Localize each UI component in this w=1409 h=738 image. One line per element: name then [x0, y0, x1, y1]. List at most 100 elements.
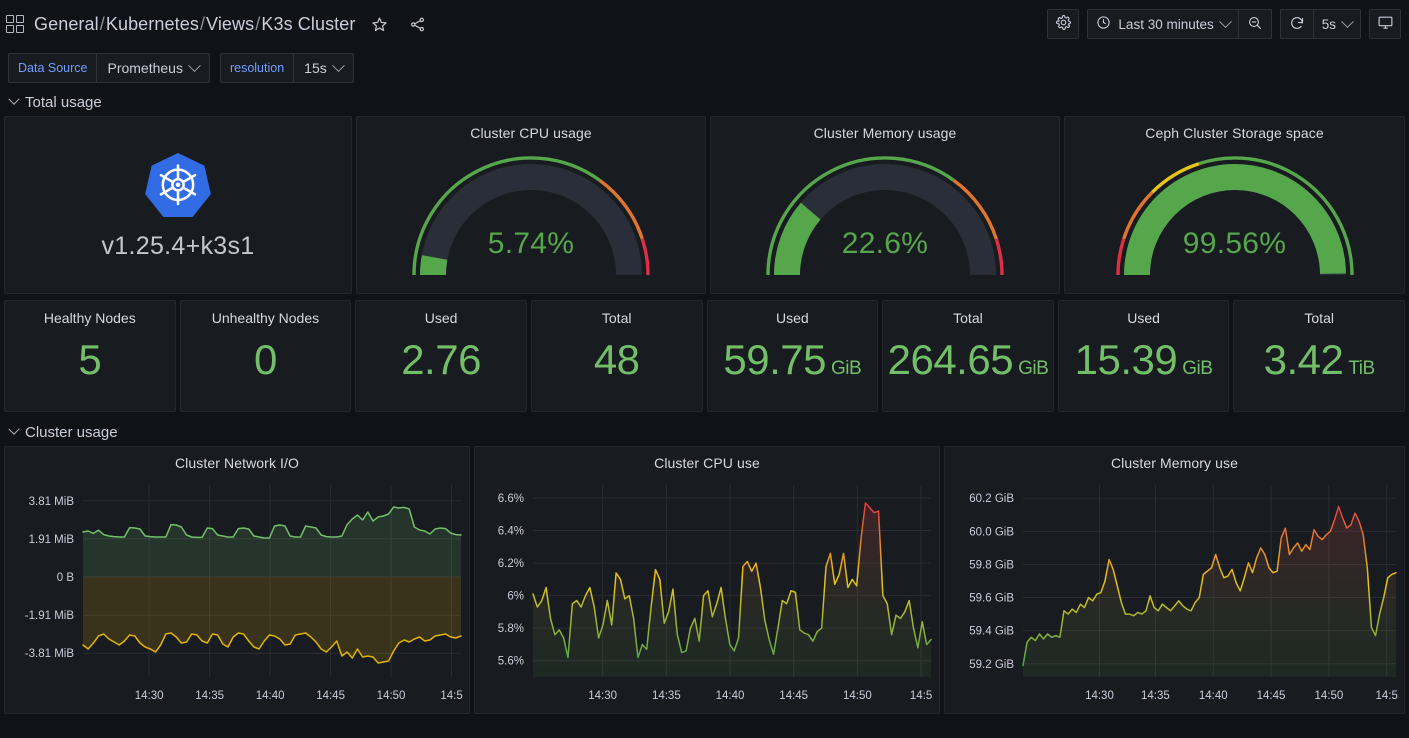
template-variables-bar: Data Source Prometheus resolution 15s [0, 48, 1409, 88]
variable-resolution-value: 15s [304, 60, 327, 76]
panel-cluster-cpu-use: Cluster CPU use 6.6% 6.4% 6.2% 6% 5.8% 5.6% 14… [474, 446, 940, 714]
variable-resolution-label: resolution [219, 53, 294, 83]
chevron-down-icon [8, 93, 20, 105]
dashboard-grid-icon[interactable] [6, 15, 24, 33]
panel-cluster-memory-usage: Cluster Memory usage 22.6% [710, 116, 1060, 294]
breadcrumb: General/Kubernetes/Views/K3s Cluster [6, 14, 1047, 35]
stat-panel: Healthy Nodes 5 [4, 300, 176, 412]
settings-button[interactable] [1047, 9, 1080, 39]
stat-number: 48 [593, 336, 640, 383]
panel-title: Cluster Memory use [1110, 455, 1239, 471]
stat-panel: Total 264.65 GiB [882, 300, 1054, 412]
zoom-out-icon [1247, 15, 1263, 34]
stat-value: 0 [254, 339, 277, 381]
row-header-cluster-usage[interactable]: Cluster usage [0, 418, 1409, 446]
y-axis-tick-label: 59.6 GiB [969, 593, 1014, 605]
y-axis-tick-label: 59.8 GiB [969, 559, 1014, 571]
panel-title: Cluster Network I/O [174, 455, 300, 471]
gauge-value: 22.6% [841, 227, 929, 260]
stat-value: 15.39 GiB [1075, 339, 1213, 381]
kiosk-mode-button[interactable] [1369, 9, 1401, 39]
chart-svg: 6.6% 6.4% 6.2% 6% 5.8% 5.6% 14:30 14:35 14:40 14:… [498, 485, 932, 702]
stat-unit: GiB [831, 358, 862, 379]
stat-value: 2.76 [401, 339, 481, 381]
panel-cluster-cpu-usage: Cluster CPU usage 5.74% [356, 116, 706, 294]
y-axis-tick-label: 0 B [57, 572, 75, 584]
row-title: Total usage [25, 93, 102, 111]
row-header-total-usage[interactable]: Total usage [0, 88, 1409, 116]
stat-value: 59.75 GiB [723, 339, 861, 381]
top-navigation-bar: General/Kubernetes/Views/K3s Cluster Las… [0, 0, 1409, 48]
x-axis-tick-label: 14:45 [779, 690, 808, 702]
stat-number: 15.39 [1074, 336, 1178, 383]
breadcrumb-separator: / [199, 13, 206, 34]
stat-number: 0 [254, 336, 277, 383]
zoom-out-button[interactable] [1237, 10, 1271, 38]
variable-datasource-value: Prometheus [107, 60, 183, 76]
series-area [83, 507, 461, 577]
x-axis-tick-label: 14:30 [135, 690, 164, 702]
variable-datasource-select[interactable]: Prometheus [96, 53, 210, 83]
kubernetes-version-value: v1.25.4+k3s1 [101, 231, 255, 260]
total-usage-gauge-row: v1.25.4+k3s1 Cluster CPU usage 5.74% Clu… [0, 116, 1409, 294]
y-axis-tick-label: 59.2 GiB [969, 659, 1014, 671]
gauge-value: 5.74% [487, 227, 575, 260]
stat-title: Used [1127, 310, 1160, 326]
gauge-arc [412, 156, 650, 276]
x-axis-tick-label: 14:45 [316, 690, 345, 702]
series-area [83, 577, 461, 663]
chevron-down-icon [1218, 14, 1232, 28]
tv-monitor-icon [1377, 14, 1394, 34]
y-axis-tick-label: 6.4% [498, 526, 524, 538]
panel-kubernetes-version: v1.25.4+k3s1 [4, 116, 352, 294]
timeseries-plot-memory-use[interactable]: 60.2 GiB 60.0 GiB 59.8 GiB 59.6 GiB 59.4 GiB… [951, 475, 1398, 709]
stat-title: Healthy Nodes [43, 310, 136, 326]
refresh-interval-label: 5s [1321, 16, 1336, 32]
gauge-cluster-memory-usage [711, 141, 1059, 291]
breadcrumb-item-k3s-cluster[interactable]: K3s Cluster [261, 14, 355, 34]
breadcrumb-item-general[interactable]: General [34, 14, 99, 34]
refresh-interval-picker[interactable]: 5s [1312, 10, 1360, 38]
x-axis-tick-label: 14:5 [1375, 690, 1397, 702]
y-axis-tick-label: 59.4 GiB [969, 626, 1014, 638]
breadcrumb-item-views[interactable]: Views [206, 14, 254, 34]
time-range-picker[interactable]: Last 30 minutes [1088, 10, 1237, 38]
stat-title: Used [424, 310, 458, 326]
panel-cluster-network-io: Cluster Network I/O 3.81 MiB 1.91 MiB 0 B -… [4, 446, 470, 714]
variable-datasource: Data Source Prometheus [8, 53, 210, 83]
stat-panel: Unhealthy Nodes 0 [179, 300, 352, 412]
y-axis-tick-label: -1.91 MiB [25, 610, 75, 622]
time-range-controls: Last 30 minutes [1087, 9, 1272, 39]
stat-title: Total [1304, 310, 1334, 326]
variable-resolution-select[interactable]: 15s [293, 53, 354, 83]
stat-title: Total [601, 310, 632, 326]
y-axis-tick-label: 1.91 MiB [29, 534, 75, 546]
breadcrumb-item-kubernetes[interactable]: Kubernetes [106, 14, 199, 34]
time-range-label: Last 30 minutes [1118, 16, 1214, 32]
x-axis-tick-label: 14:5 [440, 690, 462, 702]
y-axis-tick-label: 60.2 GiB [969, 493, 1014, 505]
chart-svg: 3.81 MiB 1.91 MiB 0 B -1.91 MiB -3.81 MiB 14:… [25, 485, 463, 702]
stat-panel: Used 59.75 GiB [706, 300, 879, 412]
stat-panel: Used 15.39 GiB [1057, 300, 1230, 412]
gauge-cluster-cpu-usage [357, 141, 705, 291]
gauge-value: 99.56% [1182, 227, 1287, 260]
stat-panel: Total 48 [530, 300, 703, 412]
chevron-down-icon [188, 58, 201, 72]
stat-number: 59.75 [723, 336, 827, 383]
star-icon[interactable] [371, 16, 388, 33]
timeseries-plot-cpu-use[interactable]: 6.6% 6.4% 6.2% 6% 5.8% 5.6% 14:30 14:35 14:40 14:… [481, 475, 933, 709]
x-axis-tick-label: 14:5 [910, 690, 932, 702]
share-icon[interactable] [409, 16, 426, 33]
panel-cluster-memory-use: Cluster Memory use 60.2 GiB 60.0 GiB 59.8 … [944, 446, 1405, 714]
chevron-down-icon [331, 58, 345, 72]
cluster-usage-chart-row: Cluster Network I/O 3.81 MiB 1.91 MiB 0 B -… [0, 446, 1409, 714]
refresh-controls: 5s [1279, 9, 1361, 39]
panel-title: Ceph Cluster Storage space [1145, 125, 1324, 141]
timeseries-plot-network-io[interactable]: 3.81 MiB 1.91 MiB 0 B -1.91 MiB -3.81 MiB 14:… [11, 475, 463, 709]
stat-unit: GiB [1182, 358, 1213, 379]
refresh-button[interactable] [1281, 10, 1313, 38]
x-axis-tick-label: 14:40 [1199, 690, 1228, 702]
panel-title: Cluster Memory usage [813, 125, 957, 141]
stat-number: 264.65 [887, 336, 1014, 383]
